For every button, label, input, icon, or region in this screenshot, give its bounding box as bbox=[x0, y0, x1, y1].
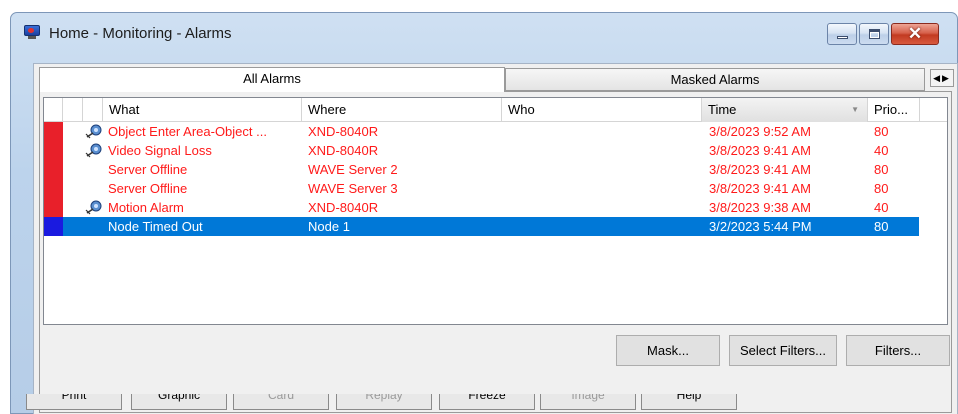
column-header-what[interactable]: What bbox=[103, 98, 302, 122]
priority-color-swatch bbox=[44, 160, 63, 179]
mask-button[interactable]: Mask... bbox=[616, 335, 720, 366]
graphic-button[interactable]: Graphic bbox=[131, 394, 227, 410]
cell-where: WAVE Server 2 bbox=[308, 162, 398, 177]
cell-time: 3/2/2023 5:44 PM bbox=[709, 219, 812, 234]
cell-where: WAVE Server 3 bbox=[308, 181, 398, 196]
column-header-time[interactable]: Time ▼ bbox=[702, 98, 868, 122]
monitor-icon bbox=[23, 25, 41, 40]
help-button[interactable]: Help bbox=[641, 394, 737, 410]
table-row[interactable]: Server Offline WAVE Server 3 3/8/2023 9:41… bbox=[44, 179, 919, 198]
column-header-flag[interactable] bbox=[63, 98, 83, 122]
cell-who bbox=[510, 198, 700, 217]
cell-who bbox=[510, 122, 700, 141]
cell-where: Node 1 bbox=[308, 219, 350, 234]
camera-icon bbox=[85, 143, 103, 158]
column-header-time-label: Time bbox=[708, 102, 737, 117]
table-row[interactable]: Node Timed Out Node 1 3/2/2023 5:44 PM 80 bbox=[44, 217, 919, 236]
alarm-list[interactable]: What Where Who Time ▼ Prio... Object Ent… bbox=[43, 97, 948, 325]
cell-priority: 40 bbox=[874, 143, 889, 158]
tab-scroll-arrows[interactable]: ◀▶ bbox=[930, 69, 954, 87]
maximize-button[interactable] bbox=[859, 23, 889, 45]
filters-button[interactable]: Filters... bbox=[846, 335, 950, 366]
cell-what: Video Signal Loss bbox=[108, 143, 212, 158]
column-header-priority[interactable]: Prio... bbox=[868, 98, 920, 122]
table-row[interactable]: Server Offline WAVE Server 2 3/8/2023 9:41… bbox=[44, 160, 919, 179]
cell-where: XND-8040R bbox=[308, 200, 379, 215]
cell-priority: 40 bbox=[874, 200, 889, 215]
cell-what: Object Enter Area-Object ... bbox=[108, 124, 267, 139]
cell-priority: 80 bbox=[874, 219, 889, 234]
image-button[interactable]: Image bbox=[540, 394, 636, 410]
maximize-icon bbox=[869, 29, 880, 39]
minimize-icon bbox=[837, 36, 848, 39]
priority-color-swatch bbox=[44, 122, 63, 141]
table-row[interactable]: Object Enter Area-Object ... XND-8040R 3/8… bbox=[44, 122, 919, 141]
cell-what: Motion Alarm bbox=[108, 200, 184, 215]
cell-time: 3/8/2023 9:52 AM bbox=[709, 124, 811, 139]
priority-color-swatch bbox=[44, 217, 63, 236]
select-filters-button[interactable]: Select Filters... bbox=[729, 335, 837, 366]
cell-where: XND-8040R bbox=[308, 143, 379, 158]
cell-who bbox=[510, 179, 700, 198]
print-button[interactable]: Print bbox=[26, 394, 122, 410]
cell-who bbox=[510, 217, 700, 236]
cell-time: 3/8/2023 9:41 AM bbox=[709, 143, 811, 158]
cell-time: 3/8/2023 9:41 AM bbox=[709, 181, 811, 196]
bottom-toolbar: Print Graphic Card Replay Freeze Image H… bbox=[11, 394, 958, 414]
cell-time: 3/8/2023 9:41 AM bbox=[709, 162, 811, 177]
priority-color-swatch bbox=[44, 198, 63, 217]
tab-masked-alarms[interactable]: Masked Alarms bbox=[505, 68, 925, 91]
cell-time: 3/8/2023 9:38 AM bbox=[709, 200, 811, 215]
column-header-who[interactable]: Who bbox=[502, 98, 702, 122]
cell-where: XND-8040R bbox=[308, 124, 379, 139]
tab-all-alarms[interactable]: All Alarms bbox=[39, 67, 505, 92]
cell-priority: 80 bbox=[874, 124, 889, 139]
priority-color-swatch bbox=[44, 179, 63, 198]
table-row[interactable]: Motion Alarm XND-8040R 3/8/2023 9:38 AM 40 bbox=[44, 198, 919, 217]
alarms-window: Home - Monitoring - Alarms ✕ All Alarms … bbox=[10, 12, 958, 414]
cell-what: Server Offline bbox=[108, 162, 188, 177]
cell-what: Server Offline bbox=[108, 181, 188, 196]
cell-what: Node Timed Out bbox=[108, 219, 203, 234]
column-header-color[interactable] bbox=[44, 98, 63, 122]
column-header-where[interactable]: Where bbox=[302, 98, 502, 122]
column-header-attachment[interactable] bbox=[83, 98, 103, 122]
replay-button[interactable]: Replay bbox=[336, 394, 432, 410]
camera-icon bbox=[85, 200, 103, 215]
title-bar[interactable]: Home - Monitoring - Alarms ✕ bbox=[11, 13, 957, 51]
cell-who bbox=[510, 141, 700, 160]
cell-who bbox=[510, 160, 700, 179]
close-icon: ✕ bbox=[907, 24, 923, 43]
priority-color-swatch bbox=[44, 141, 63, 160]
cell-priority: 80 bbox=[874, 162, 889, 177]
camera-icon bbox=[85, 124, 103, 139]
window-content: All Alarms Masked Alarms ◀▶ What Where W… bbox=[33, 63, 958, 414]
card-button[interactable]: Card bbox=[233, 394, 329, 410]
column-header-row: What Where Who Time ▼ Prio... bbox=[44, 98, 947, 122]
minimize-button[interactable] bbox=[827, 23, 857, 45]
table-row[interactable]: Video Signal Loss XND-8040R 3/8/2023 9:41 … bbox=[44, 141, 919, 160]
window-title: Home - Monitoring - Alarms bbox=[49, 25, 232, 42]
freeze-button[interactable]: Freeze bbox=[439, 394, 535, 410]
all-alarms-panel: What Where Who Time ▼ Prio... Object Ent… bbox=[39, 91, 952, 413]
close-button[interactable]: ✕ bbox=[891, 23, 939, 45]
sort-descending-icon: ▼ bbox=[851, 105, 859, 114]
cell-priority: 80 bbox=[874, 181, 889, 196]
